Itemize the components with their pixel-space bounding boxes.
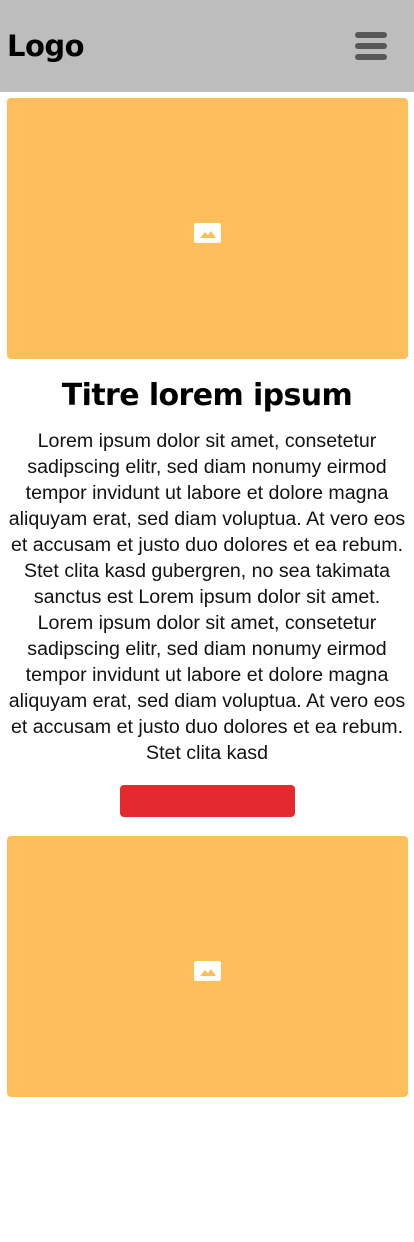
menu-bar <box>355 43 387 49</box>
content-image-placeholder <box>7 836 408 1097</box>
cta-button[interactable] <box>120 785 295 817</box>
image-icon <box>194 223 221 243</box>
image-icon <box>194 961 221 981</box>
header: Logo <box>0 0 414 92</box>
menu-bar <box>355 32 387 38</box>
page-title: Titre lorem ipsum <box>61 378 353 413</box>
hero-image-placeholder <box>7 98 408 359</box>
hamburger-menu-icon[interactable] <box>353 31 389 61</box>
menu-bar <box>355 54 387 60</box>
body-text: Lorem ipsum dolor sit amet, consetetur s… <box>8 430 406 764</box>
logo[interactable]: Logo <box>7 26 85 66</box>
